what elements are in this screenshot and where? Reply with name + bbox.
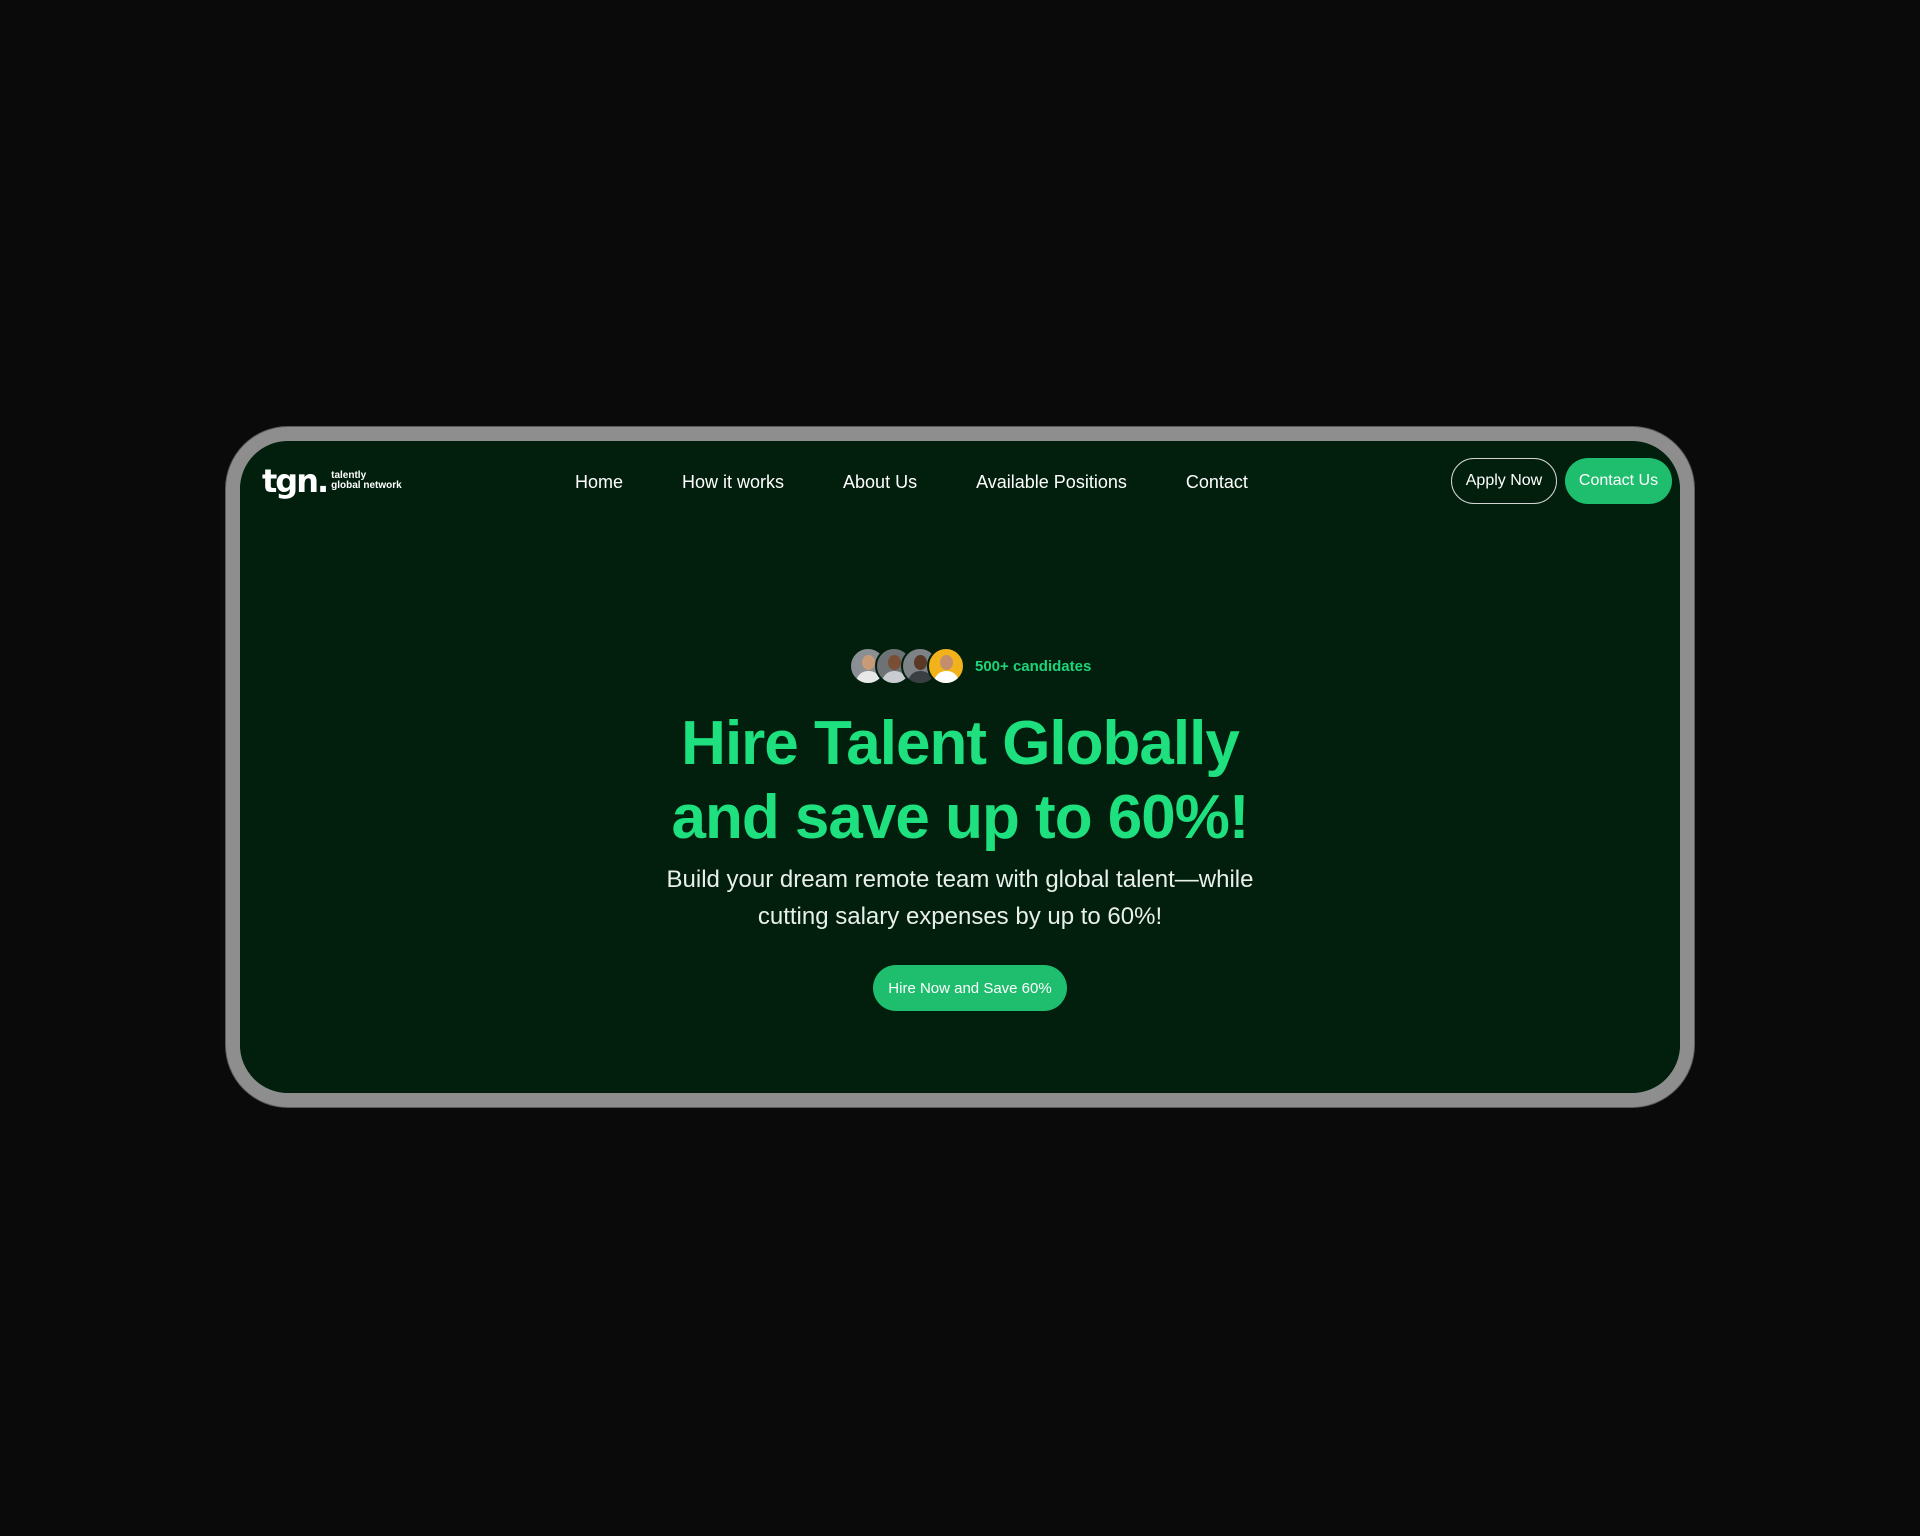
hero-headline-line-1: Hire Talent Globally (681, 709, 1240, 778)
nav-how-it-works[interactable]: How it works (682, 469, 784, 495)
website-screen: tgn. talently global network Home How it… (240, 441, 1680, 1093)
nav-available-positions[interactable]: Available Positions (976, 469, 1127, 495)
nav-about-us[interactable]: About Us (843, 469, 917, 495)
logo-wordmark: talently global network (331, 471, 402, 491)
hero-headline: Hire Talent Globally and save up to 60%! (240, 707, 1680, 855)
candidates-badge: 500+ candidates (849, 647, 1091, 685)
device-frame: tgn. talently global network Home How it… (226, 427, 1694, 1107)
contact-us-button[interactable]: Contact Us (1565, 458, 1672, 504)
site-logo[interactable]: tgn. talently global network (262, 465, 402, 497)
hero-subheadline: Build your dream remote team with global… (240, 861, 1680, 935)
logo-mark: tgn. (262, 462, 329, 500)
hire-now-button[interactable]: Hire Now and Save 60% (873, 965, 1067, 1011)
candidates-count: 500+ candidates (975, 657, 1092, 675)
avatar-stack (849, 647, 965, 685)
nav-contact[interactable]: Contact (1186, 469, 1248, 495)
hero-subheadline-line-1: Build your dream remote team with global… (666, 866, 1254, 893)
hero-headline-line-2: and save up to 60%! (671, 783, 1249, 852)
nav-home[interactable]: Home (575, 469, 623, 495)
avatar (927, 647, 965, 685)
logo-line-2: global network (331, 480, 402, 491)
hero-subheadline-line-2: cutting salary expenses by up to 60%! (757, 903, 1163, 930)
main-nav: Home How it works About Us Available Pos… (575, 469, 1248, 495)
apply-now-button[interactable]: Apply Now (1451, 458, 1557, 504)
